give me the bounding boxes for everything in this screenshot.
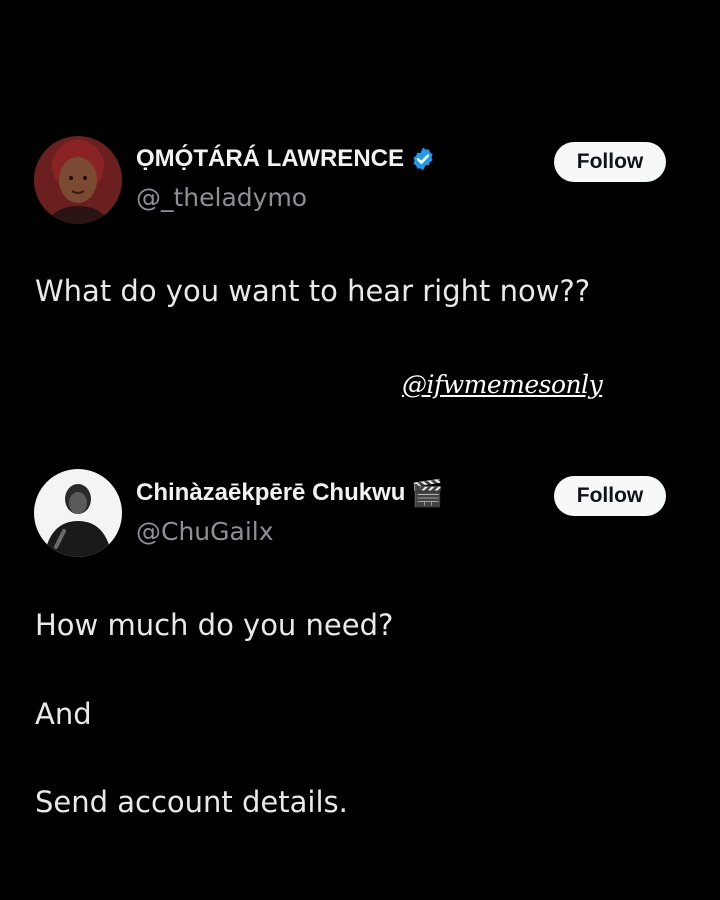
tweet-line-1: How much do you need? (35, 608, 394, 642)
author-name[interactable]: ỌMỌ́TÁRÁ LAWRENCE (136, 145, 436, 173)
verified-badge-icon (410, 146, 436, 172)
tweet-line-2: And (35, 697, 92, 731)
author-handle[interactable]: @_theladymo (136, 183, 307, 212)
avatar-chinaza[interactable] (34, 469, 122, 557)
follow-button[interactable]: Follow (554, 476, 666, 516)
tweet-text: What do you want to hear right now?? (35, 274, 591, 308)
author-name[interactable]: Chinàzaēkpērē Chukwu 🎬 (136, 479, 444, 507)
author-name-text: Chinàzaēkpērē Chukwu (136, 479, 406, 506)
clapperboard-icon: 🎬 (411, 478, 444, 508)
tweet-line-3: Send account details. (35, 785, 348, 819)
follow-button[interactable]: Follow (554, 142, 666, 182)
author-name-text: ỌMỌ́TÁRÁ LAWRENCE (136, 145, 404, 172)
author-handle[interactable]: @ChuGailx (136, 517, 274, 546)
watermark: @ifwmemesonly (402, 370, 603, 399)
avatar-omotara[interactable] (34, 136, 122, 224)
